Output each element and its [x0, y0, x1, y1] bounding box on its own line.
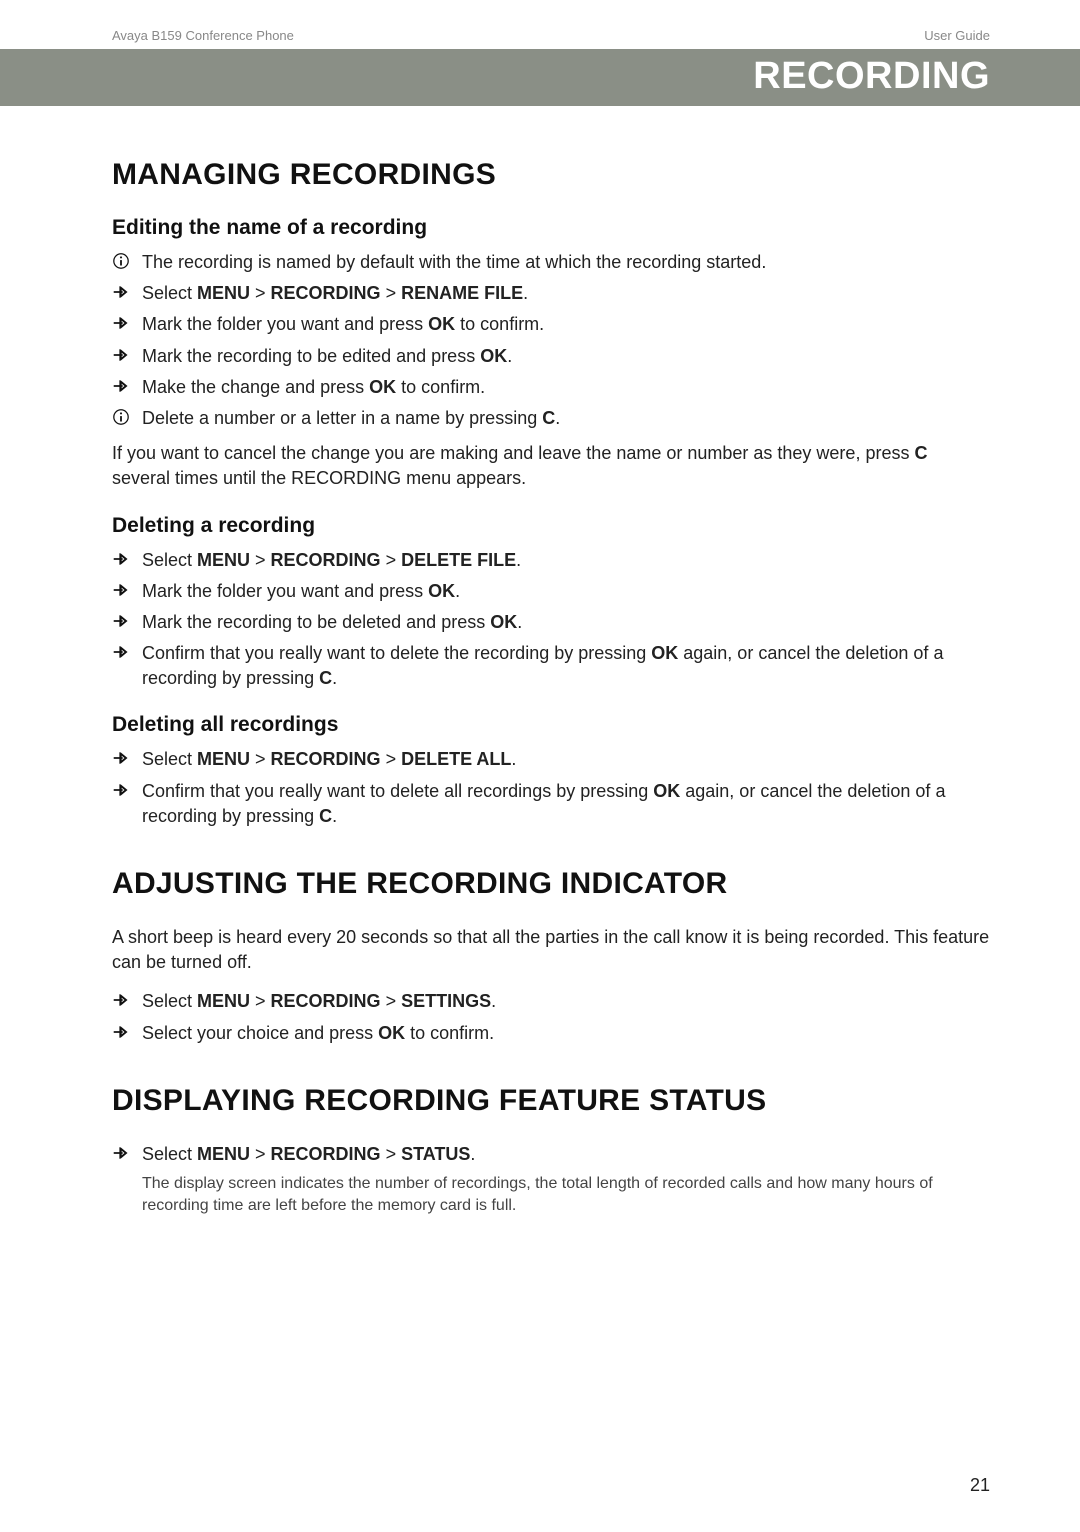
- arrow-icon: [112, 641, 142, 661]
- arrow-icon: [112, 1142, 142, 1162]
- step-line: Mark the folder you want and press OK.: [112, 579, 990, 604]
- info-line: Delete a number or a letter in a name by…: [112, 406, 990, 431]
- step-line: Select MENU > RECORDING > STATUS.: [112, 1142, 990, 1167]
- step-text: Mark the recording to be edited and pres…: [142, 344, 990, 369]
- step-line: Select MENU > RECORDING > DELETE ALL.: [112, 747, 990, 772]
- step-line: Select your choice and press OK to confi…: [112, 1021, 990, 1046]
- step-line: Mark the folder you want and press OK to…: [112, 312, 990, 337]
- note-text: The display screen indicates the number …: [142, 1173, 990, 1216]
- page-header: Avaya B159 Conference Phone User Guide: [0, 0, 1080, 49]
- paragraph: If you want to cancel the change you are…: [112, 441, 990, 491]
- heading-deleting: Deleting a recording: [112, 514, 990, 538]
- heading-adjusting: ADJUSTING THE RECORDING INDICATOR: [112, 867, 990, 901]
- step-text: Select MENU > RECORDING > RENAME FILE.: [142, 281, 990, 306]
- arrow-icon: [112, 747, 142, 767]
- step-text: Mark the recording to be deleted and pre…: [142, 610, 990, 635]
- arrow-icon: [112, 312, 142, 332]
- arrow-icon: [112, 779, 142, 799]
- heading-managing: MANAGING RECORDINGS: [112, 158, 990, 192]
- step-line: Select MENU > RECORDING > RENAME FILE.: [112, 281, 990, 306]
- step-line: Mark the recording to be edited and pres…: [112, 344, 990, 369]
- heading-deleting-all: Deleting all recordings: [112, 713, 990, 737]
- step-text: Make the change and press OK to confirm.: [142, 375, 990, 400]
- step-text: Select MENU > RECORDING > SETTINGS.: [142, 989, 990, 1014]
- step-line: Confirm that you really want to delete t…: [112, 641, 990, 691]
- step-text: Mark the folder you want and press OK to…: [142, 312, 990, 337]
- info-icon: [112, 406, 142, 426]
- header-doc-type: User Guide: [924, 28, 990, 43]
- heading-status: DISPLAYING RECORDING FEATURE STATUS: [112, 1084, 990, 1118]
- step-text: Select MENU > RECORDING > DELETE ALL.: [142, 747, 990, 772]
- step-line: Mark the recording to be deleted and pre…: [112, 610, 990, 635]
- info-text: The recording is named by default with t…: [142, 250, 990, 275]
- arrow-icon: [112, 548, 142, 568]
- header-product: Avaya B159 Conference Phone: [112, 28, 294, 43]
- arrow-icon: [112, 375, 142, 395]
- arrow-icon: [112, 610, 142, 630]
- arrow-icon: [112, 281, 142, 301]
- heading-editing: Editing the name of a recording: [112, 216, 990, 240]
- step-line: Select MENU > RECORDING > SETTINGS.: [112, 989, 990, 1014]
- info-icon: [112, 250, 142, 270]
- step-text: Confirm that you really want to delete a…: [142, 779, 990, 829]
- step-line: Select MENU > RECORDING > DELETE FILE.: [112, 548, 990, 573]
- status-note: The display screen indicates the number …: [112, 1173, 990, 1216]
- paragraph: A short beep is heard every 20 seconds s…: [112, 925, 990, 975]
- arrow-icon: [112, 344, 142, 364]
- arrow-icon: [112, 1021, 142, 1041]
- step-text: Select MENU > RECORDING > DELETE FILE.: [142, 548, 990, 573]
- step-text: Select MENU > RECORDING > STATUS.: [142, 1142, 990, 1167]
- info-line: The recording is named by default with t…: [112, 250, 990, 275]
- section-title-bar: RECORDING: [0, 49, 1080, 106]
- step-line: Make the change and press OK to confirm.: [112, 375, 990, 400]
- step-text: Confirm that you really want to delete t…: [142, 641, 990, 691]
- step-text: Select your choice and press OK to confi…: [142, 1021, 990, 1046]
- arrow-icon: [112, 579, 142, 599]
- step-text: Mark the folder you want and press OK.: [142, 579, 990, 604]
- page-number: 21: [970, 1475, 990, 1496]
- step-line: Confirm that you really want to delete a…: [112, 779, 990, 829]
- page-content: MANAGING RECORDINGS Editing the name of …: [0, 106, 1080, 1216]
- info-text: Delete a number or a letter in a name by…: [142, 406, 990, 431]
- arrow-icon: [112, 989, 142, 1009]
